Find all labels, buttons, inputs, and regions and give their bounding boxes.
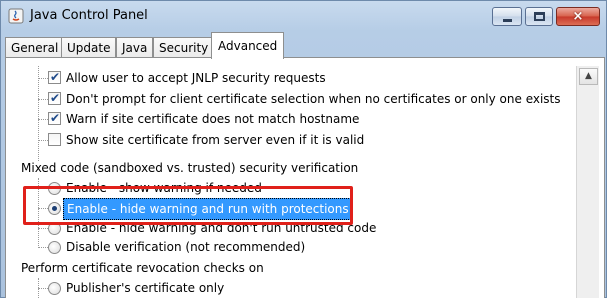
advanced-settings-panel: ✔ Allow user to accept JNLP security req… bbox=[5, 57, 605, 298]
radio-hide-warning-run-protections[interactable]: Enable - hide warning and run with prote… bbox=[48, 198, 568, 220]
close-button[interactable]: × bbox=[556, 7, 600, 26]
setting-allow-jnlp-requests[interactable]: ✔ Allow user to accept JNLP security req… bbox=[48, 68, 568, 88]
tree-connector bbox=[38, 247, 48, 248]
radio-button[interactable] bbox=[48, 202, 61, 215]
maximize-button[interactable] bbox=[525, 7, 553, 26]
tree-connector bbox=[38, 66, 39, 161]
tree-connector bbox=[38, 188, 48, 189]
mixed-code-heading: Mixed code (sandboxed vs. trusted) secur… bbox=[21, 161, 359, 175]
radio-selected-dot bbox=[52, 206, 57, 211]
radio-button[interactable] bbox=[48, 222, 61, 235]
radio-label: Enable - hide warning and run with prote… bbox=[63, 198, 353, 220]
tree-connector bbox=[38, 288, 48, 289]
tree-connector bbox=[38, 119, 48, 120]
checkmark-icon: ✔ bbox=[50, 91, 61, 105]
minimize-button[interactable] bbox=[492, 7, 522, 26]
tab-general[interactable]: General bbox=[5, 37, 65, 59]
tab-security[interactable]: Security bbox=[153, 37, 215, 59]
tree-connector bbox=[38, 208, 48, 209]
close-icon: × bbox=[572, 9, 584, 24]
checkbox-label: Warn if site certificate does not match … bbox=[66, 112, 360, 126]
window-title: Java Control Panel bbox=[30, 8, 148, 23]
radio-label: Enable - show warning if needed bbox=[66, 181, 262, 195]
checkbox[interactable]: ✔ bbox=[48, 70, 61, 84]
tab-update[interactable]: Update bbox=[61, 37, 117, 59]
checkmark-icon: ✔ bbox=[50, 111, 61, 125]
radio-show-warning[interactable]: Enable - show warning if needed bbox=[48, 178, 568, 198]
java-control-panel-window: Java Control Panel × General Update Java… bbox=[0, 0, 607, 298]
tab-advanced[interactable]: Advanced bbox=[211, 32, 285, 59]
radio-hide-warning-dont-run[interactable]: Enable - hide warning and don't run untr… bbox=[48, 218, 568, 238]
setting-no-client-cert-prompt[interactable]: ✔ Don't prompt for client certificate se… bbox=[48, 89, 568, 109]
title-bar[interactable]: Java Control Panel × bbox=[1, 1, 606, 31]
maximize-icon bbox=[534, 12, 545, 21]
java-app-icon bbox=[8, 8, 24, 24]
vertical-scrollbar[interactable]: ▲ bbox=[576, 66, 599, 298]
checkbox[interactable]: ✔ bbox=[48, 91, 61, 105]
checkbox-label: Allow user to accept JNLP security reque… bbox=[66, 71, 326, 85]
radio-button[interactable] bbox=[48, 182, 61, 195]
radio-button[interactable] bbox=[48, 241, 61, 254]
checkbox[interactable] bbox=[48, 133, 61, 146]
tab-java[interactable]: Java bbox=[116, 37, 154, 59]
checkbox-label: Don't prompt for client certificate sele… bbox=[66, 92, 561, 106]
minimize-icon bbox=[503, 19, 512, 22]
tab-strip: General Update Java Security Advanced bbox=[5, 32, 605, 59]
revocation-heading: Perform certificate revocation checks on bbox=[21, 261, 264, 275]
radio-button[interactable] bbox=[48, 282, 61, 295]
radio-publisher-certificate-only[interactable]: Publisher's certificate only bbox=[48, 278, 568, 298]
checkbox[interactable]: ✔ bbox=[48, 111, 61, 125]
radio-label: Enable - hide warning and don't run untr… bbox=[66, 221, 377, 235]
radio-label: Publisher's certificate only bbox=[66, 281, 225, 295]
tree-connector bbox=[38, 99, 48, 100]
setting-show-site-certificate[interactable]: Show site certificate from server even i… bbox=[48, 130, 568, 150]
radio-disable-verification[interactable]: Disable verification (not recommended) bbox=[48, 237, 568, 257]
checkmark-icon: ✔ bbox=[50, 70, 61, 84]
tree-connector bbox=[38, 228, 48, 229]
setting-warn-hostname-mismatch[interactable]: ✔ Warn if site certificate does not matc… bbox=[48, 109, 568, 129]
settings-tree: ✔ Allow user to accept JNLP security req… bbox=[10, 66, 575, 298]
tree-connector bbox=[38, 78, 48, 79]
tree-connector bbox=[38, 140, 48, 141]
scroll-up-arrow-icon[interactable]: ▲ bbox=[579, 68, 598, 85]
radio-label: Disable verification (not recommended) bbox=[66, 240, 306, 254]
checkbox-label: Show site certificate from server even i… bbox=[66, 133, 365, 147]
